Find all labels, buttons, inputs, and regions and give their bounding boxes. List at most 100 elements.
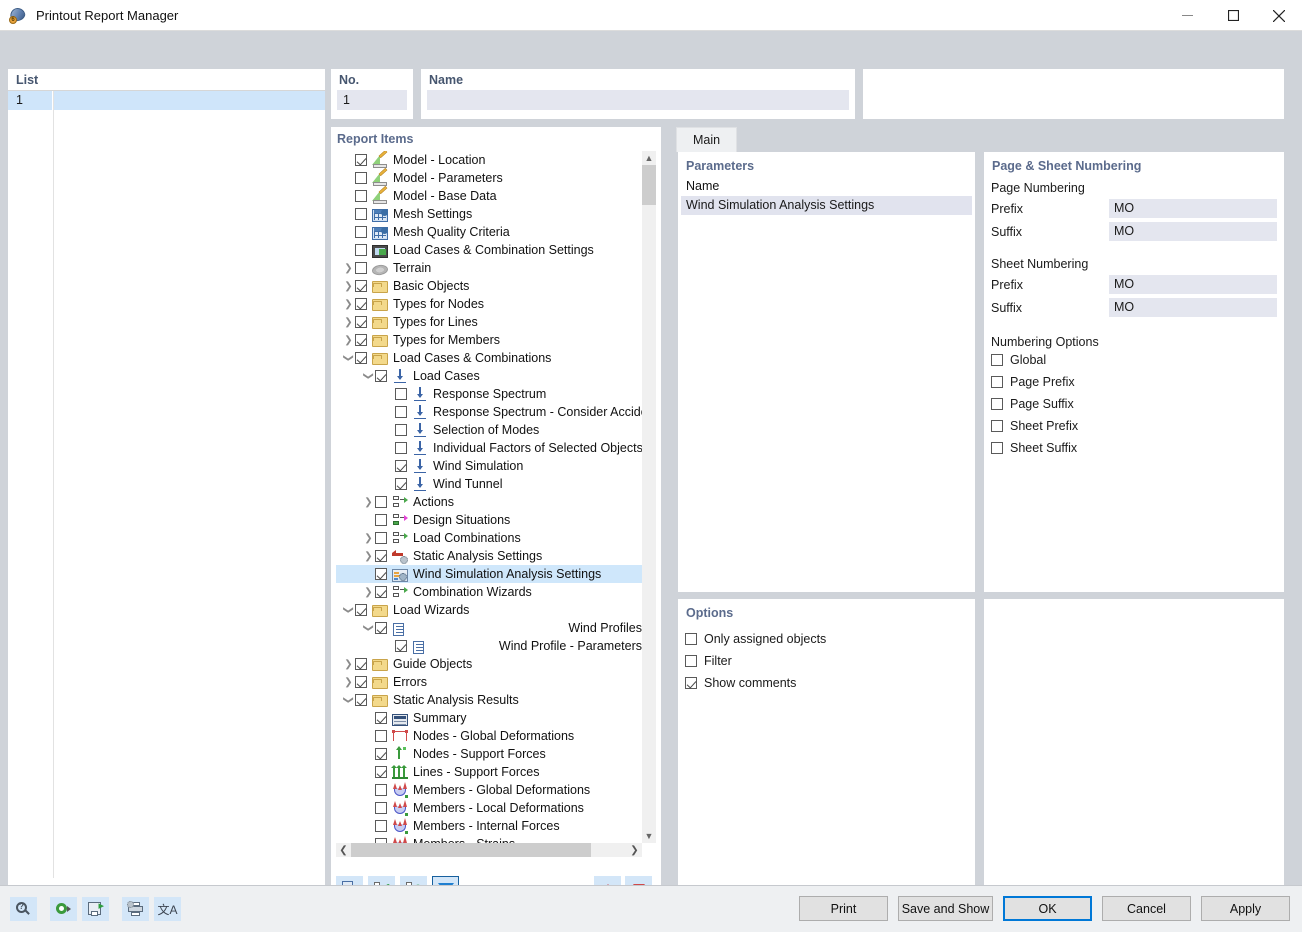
tree-item[interactable]: ❯Load Combinations — [336, 529, 642, 547]
tree-item[interactable]: Design Situations — [336, 511, 642, 529]
numbering-option-row[interactable]: Page Suffix — [984, 393, 1284, 415]
tree-item-checkbox[interactable] — [375, 514, 387, 526]
tree-item[interactable]: Mesh Quality Criteria — [336, 223, 642, 241]
chevron-right-icon[interactable]: ❯ — [342, 655, 355, 673]
close-button[interactable] — [1256, 0, 1302, 31]
settings-run-button[interactable] — [50, 897, 77, 921]
scroll-up-arrow[interactable]: ▲ — [642, 151, 656, 165]
tree-item[interactable]: Members - Global Deformations — [336, 781, 642, 799]
scroll-left-arrow[interactable]: ❮ — [336, 843, 351, 857]
tree-item-checkbox[interactable] — [375, 370, 387, 382]
tree-item-checkbox[interactable] — [355, 154, 367, 166]
print-button[interactable]: Print — [799, 896, 888, 921]
tree-item-checkbox[interactable] — [395, 478, 407, 490]
tree-item-checkbox[interactable] — [375, 712, 387, 724]
tree-item[interactable]: ❯Terrain — [336, 259, 642, 277]
sheet-prefix-input[interactable]: MO — [1109, 275, 1277, 294]
tree-item[interactable]: ❯Load Cases — [336, 367, 642, 385]
tree-item[interactable]: ❯Types for Nodes — [336, 295, 642, 313]
tree-item[interactable]: Response Spectrum - Consider Accidenta — [336, 403, 642, 421]
tree-item-checkbox[interactable] — [375, 622, 387, 634]
tree-item-checkbox[interactable] — [395, 460, 407, 472]
numbering-option-checkbox[interactable] — [991, 442, 1003, 454]
tree-item-checkbox[interactable] — [395, 442, 407, 454]
tree-item[interactable]: ❯Actions — [336, 493, 642, 511]
chevron-right-icon[interactable]: ❯ — [362, 583, 375, 601]
option-row[interactable]: Show comments — [678, 672, 975, 694]
language-button[interactable]: 文A — [154, 897, 181, 921]
save-and-show-button[interactable]: Save and Show — [898, 896, 993, 921]
tree-item[interactable]: ❯Basic Objects — [336, 277, 642, 295]
numbering-option-row[interactable]: Sheet Prefix — [984, 415, 1284, 437]
tree-item[interactable]: Model - Parameters — [336, 169, 642, 187]
tree-item[interactable]: Lines - Support Forces — [336, 763, 642, 781]
tree-item[interactable]: ❯Load Wizards — [336, 601, 642, 619]
tree-item[interactable]: Selection of Modes — [336, 421, 642, 439]
tree-item-checkbox[interactable] — [375, 568, 387, 580]
tree-item[interactable]: ❯Static Analysis Results — [336, 691, 642, 709]
tree-item-checkbox[interactable] — [355, 352, 367, 364]
maximize-button[interactable] — [1210, 0, 1256, 31]
chevron-right-icon[interactable]: ❯ — [342, 277, 355, 295]
tree-item[interactable]: ❯Guide Objects — [336, 655, 642, 673]
list-item[interactable]: 1 — [8, 91, 325, 110]
numbering-option-row[interactable]: Page Prefix — [984, 371, 1284, 393]
page-suffix-input[interactable]: MO — [1109, 222, 1277, 241]
tree-item[interactable]: ❯Static Analysis Settings — [336, 547, 642, 565]
tree-vertical-scrollbar[interactable]: ▲ ▼ — [642, 151, 656, 843]
option-checkbox[interactable] — [685, 655, 697, 667]
tree-item-checkbox[interactable] — [355, 244, 367, 256]
tree-item-checkbox[interactable] — [395, 388, 407, 400]
tree-item[interactable]: Wind Simulation Analysis Settings — [336, 565, 642, 583]
hscroll-track[interactable] — [351, 843, 627, 857]
tree-item[interactable]: ❯Errors — [336, 673, 642, 691]
tree-item-checkbox[interactable] — [355, 208, 367, 220]
tree-item-checkbox[interactable] — [355, 298, 367, 310]
tree-item[interactable]: Response Spectrum — [336, 385, 642, 403]
tree-item-checkbox[interactable] — [395, 424, 407, 436]
tree-item[interactable]: ❯Load Cases & Combinations — [336, 349, 642, 367]
help-search-button[interactable]: ? — [10, 897, 37, 921]
sheet-suffix-input[interactable]: MO — [1109, 298, 1277, 317]
tree-item-checkbox[interactable] — [395, 640, 407, 652]
tree-item-checkbox[interactable] — [375, 586, 387, 598]
minimize-button[interactable] — [1164, 0, 1210, 31]
tree-item[interactable]: Summary — [336, 709, 642, 727]
tree-item-checkbox[interactable] — [355, 676, 367, 688]
option-checkbox[interactable] — [685, 677, 697, 689]
apply-button[interactable]: Apply — [1201, 896, 1290, 921]
tree-item-checkbox[interactable] — [355, 604, 367, 616]
tree-item-checkbox[interactable] — [355, 334, 367, 346]
tree-item[interactable]: ❯Combination Wizards — [336, 583, 642, 601]
tree-item[interactable]: Members - Local Deformations — [336, 799, 642, 817]
tree-item[interactable]: Individual Factors of Selected Objects — [336, 439, 642, 457]
tree-item-checkbox[interactable] — [375, 802, 387, 814]
cancel-button[interactable]: Cancel — [1102, 896, 1191, 921]
chevron-right-icon[interactable]: ❯ — [342, 259, 355, 277]
name-field-input[interactable] — [427, 90, 849, 110]
tree-item-checkbox[interactable] — [375, 820, 387, 832]
tree-item[interactable]: Members - Internal Forces — [336, 817, 642, 835]
tree-item[interactable]: Mesh Settings — [336, 205, 642, 223]
tree-item[interactable]: Wind Profile - Parameters — [336, 637, 642, 655]
numbering-option-checkbox[interactable] — [991, 398, 1003, 410]
tree-item-checkbox[interactable] — [355, 262, 367, 274]
numbering-option-checkbox[interactable] — [991, 376, 1003, 388]
tree-item-checkbox[interactable] — [355, 316, 367, 328]
chevron-right-icon[interactable]: ❯ — [362, 529, 375, 547]
page-prefix-input[interactable]: MO — [1109, 199, 1277, 218]
tree-item[interactable]: Members - Strains — [336, 835, 642, 843]
ok-button[interactable]: OK — [1003, 896, 1092, 921]
tree-item[interactable]: Load Cases & Combination Settings — [336, 241, 642, 259]
tree-item-checkbox[interactable] — [375, 784, 387, 796]
tree-item-checkbox[interactable] — [355, 172, 367, 184]
tree-item[interactable]: ❯Types for Members — [336, 331, 642, 349]
tree-item-checkbox[interactable] — [375, 766, 387, 778]
scroll-down-arrow[interactable]: ▼ — [642, 829, 656, 843]
tree-item[interactable]: Nodes - Global Deformations — [336, 727, 642, 745]
tree-item-checkbox[interactable] — [375, 496, 387, 508]
tree-item-checkbox[interactable] — [375, 730, 387, 742]
chevron-right-icon[interactable]: ❯ — [342, 673, 355, 691]
numbering-option-checkbox[interactable] — [991, 420, 1003, 432]
tree-item-checkbox[interactable] — [355, 190, 367, 202]
